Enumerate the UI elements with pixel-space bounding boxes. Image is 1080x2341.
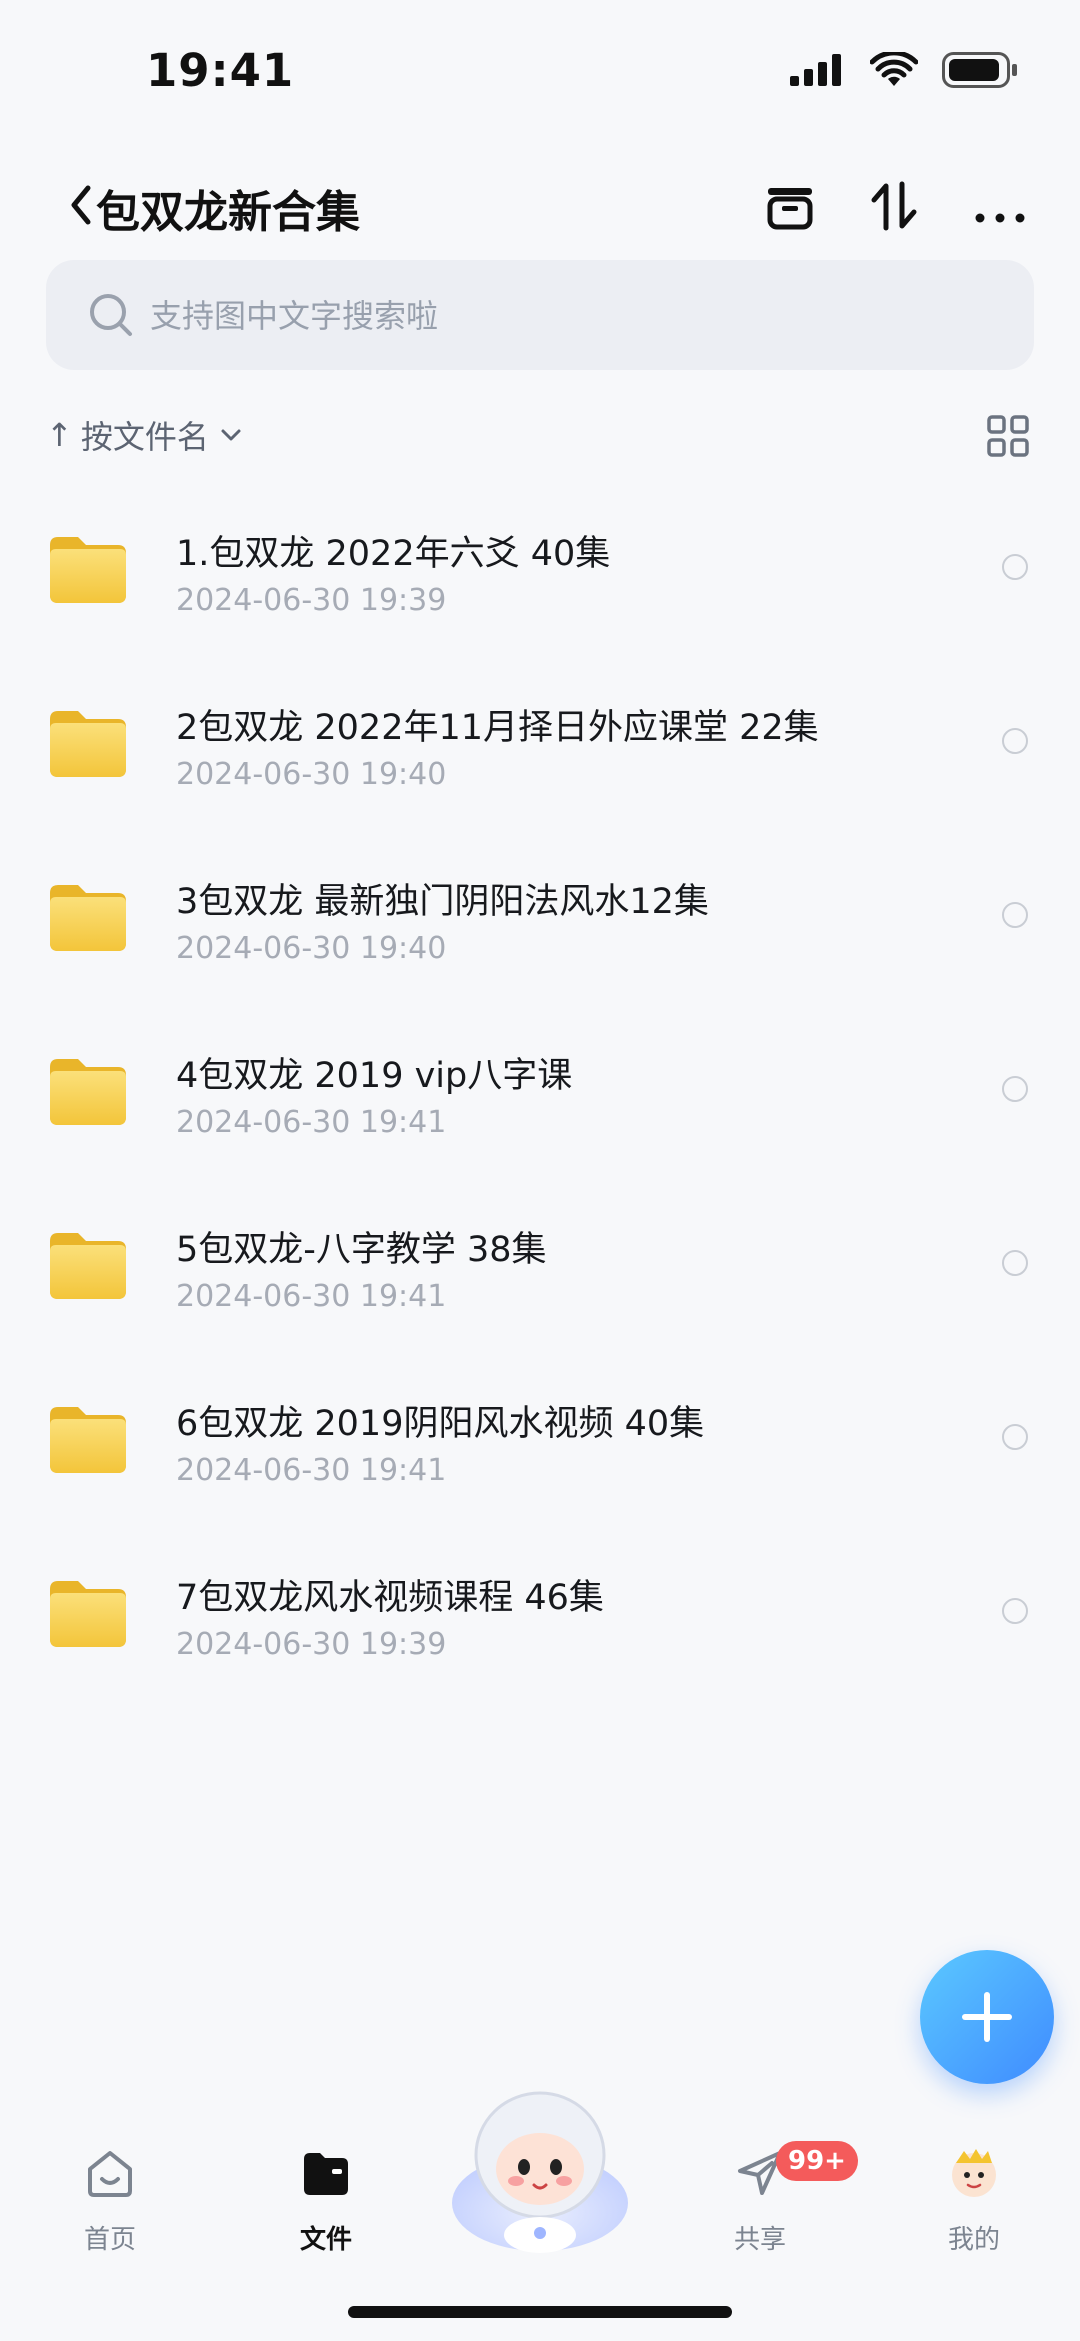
home-indicator	[348, 2306, 732, 2318]
status-icons	[790, 52, 1018, 88]
file-date: 2024-06-30 19:41	[176, 1453, 447, 1488]
folder-tab-icon	[304, 2153, 348, 2195]
list-item[interactable]: 6包双龙 2019阴阳风水视频 40集 2024-06-30 19:41	[0, 1355, 1080, 1529]
file-date: 2024-06-30 19:41	[176, 1279, 447, 1314]
file-name: 1.包双龙 2022年六爻 40集	[176, 534, 611, 574]
nav-files[interactable]: 文件	[266, 2145, 386, 2256]
file-name: 4包双龙 2019 vip八字课	[176, 1056, 573, 1096]
add-button[interactable]	[920, 1950, 1054, 2084]
select-checkbox[interactable]	[1002, 1424, 1028, 1450]
folder-icon	[50, 1233, 126, 1299]
file-date: 2024-06-30 19:40	[176, 931, 447, 966]
file-date: 2024-06-30 19:39	[176, 583, 447, 618]
file-name: 2包双龙 2022年11月择日外应课堂 22集	[176, 708, 819, 748]
status-bar: 19:41	[0, 0, 1080, 150]
file-date: 2024-06-30 19:40	[176, 757, 447, 792]
folder-icon	[50, 1059, 126, 1125]
nav-home-label: 首页	[83, 2225, 136, 2255]
list-item[interactable]: 7包双龙风水视频课程 46集 2024-06-30 19:39	[0, 1529, 1080, 1703]
folder-icon	[50, 1581, 126, 1647]
folder-icon	[50, 885, 126, 951]
list-item[interactable]: 1.包双龙 2022年六爻 40集 2024-06-30 19:39	[0, 485, 1080, 659]
archive-icon[interactable]	[758, 174, 822, 238]
nav-mine-label: 我的	[947, 2225, 1000, 2255]
bottom-nav: 首页 文件 共享 99+ 我的	[0, 2085, 1080, 2341]
select-checkbox[interactable]	[1002, 902, 1028, 928]
file-date: 2024-06-30 19:41	[176, 1105, 447, 1140]
folder-icon	[50, 1407, 126, 1473]
sort-arrow: ↑	[46, 416, 73, 454]
list-item[interactable]: 5包双龙-八字教学 38集 2024-06-30 19:41	[0, 1181, 1080, 1355]
signal-icon	[790, 54, 841, 86]
battery-icon	[942, 52, 1017, 88]
file-name: 5包双龙-八字教学 38集	[176, 1230, 547, 1270]
folder-icon	[50, 537, 126, 603]
avatar	[952, 2149, 996, 2197]
select-checkbox[interactable]	[1002, 1076, 1028, 1102]
nav-home[interactable]: 首页	[50, 2145, 170, 2256]
sort-label: 按文件名	[80, 418, 209, 456]
sort-control[interactable]: ↑ 按文件名	[46, 410, 245, 460]
file-date: 2024-06-30 19:39	[176, 1627, 447, 1662]
folder-icon	[50, 711, 126, 777]
file-name: 3包双龙 最新独门阴阳法风水12集	[176, 882, 709, 922]
search-icon	[90, 294, 132, 336]
wifi-icon	[870, 52, 918, 86]
home-icon	[88, 2151, 132, 2197]
select-checkbox[interactable]	[1002, 728, 1028, 754]
page-title: 包双龙新合集	[96, 187, 360, 238]
nav-mine[interactable]: 我的	[914, 2145, 1034, 2256]
more-icon[interactable]	[968, 174, 1032, 238]
nav-files-label: 文件	[299, 2225, 352, 2255]
list-item[interactable]: 3包双龙 最新独门阴阳法风水12集 2024-06-30 19:40	[0, 833, 1080, 1007]
file-list: 1.包双龙 2022年六爻 40集 2024-06-30 19:39 2包双龙 …	[0, 485, 1080, 1703]
file-name: 6包双龙 2019阴阳风水视频 40集	[176, 1404, 705, 1444]
mascot-assistant-icon[interactable]	[446, 2085, 634, 2261]
nav-share-label: 共享	[733, 2225, 786, 2255]
sort-swap-icon[interactable]	[862, 174, 926, 238]
grid-view-icon[interactable]	[984, 412, 1032, 460]
select-checkbox[interactable]	[1002, 1250, 1028, 1276]
file-name: 7包双龙风水视频课程 46集	[176, 1578, 604, 1618]
select-checkbox[interactable]	[1002, 554, 1028, 580]
share-count-badge: 99+	[776, 2141, 858, 2181]
header: 包双龙新合集	[0, 160, 1080, 250]
search-input[interactable]	[148, 260, 992, 372]
list-item[interactable]: 2包双龙 2022年11月择日外应课堂 22集 2024-06-30 19:40	[0, 659, 1080, 833]
search-bar[interactable]	[46, 260, 1034, 372]
list-item[interactable]: 4包双龙 2019 vip八字课 2024-06-30 19:41	[0, 1007, 1080, 1181]
status-time: 19:41	[146, 44, 295, 97]
select-checkbox[interactable]	[1002, 1598, 1028, 1624]
chevron-down-icon	[221, 429, 241, 441]
